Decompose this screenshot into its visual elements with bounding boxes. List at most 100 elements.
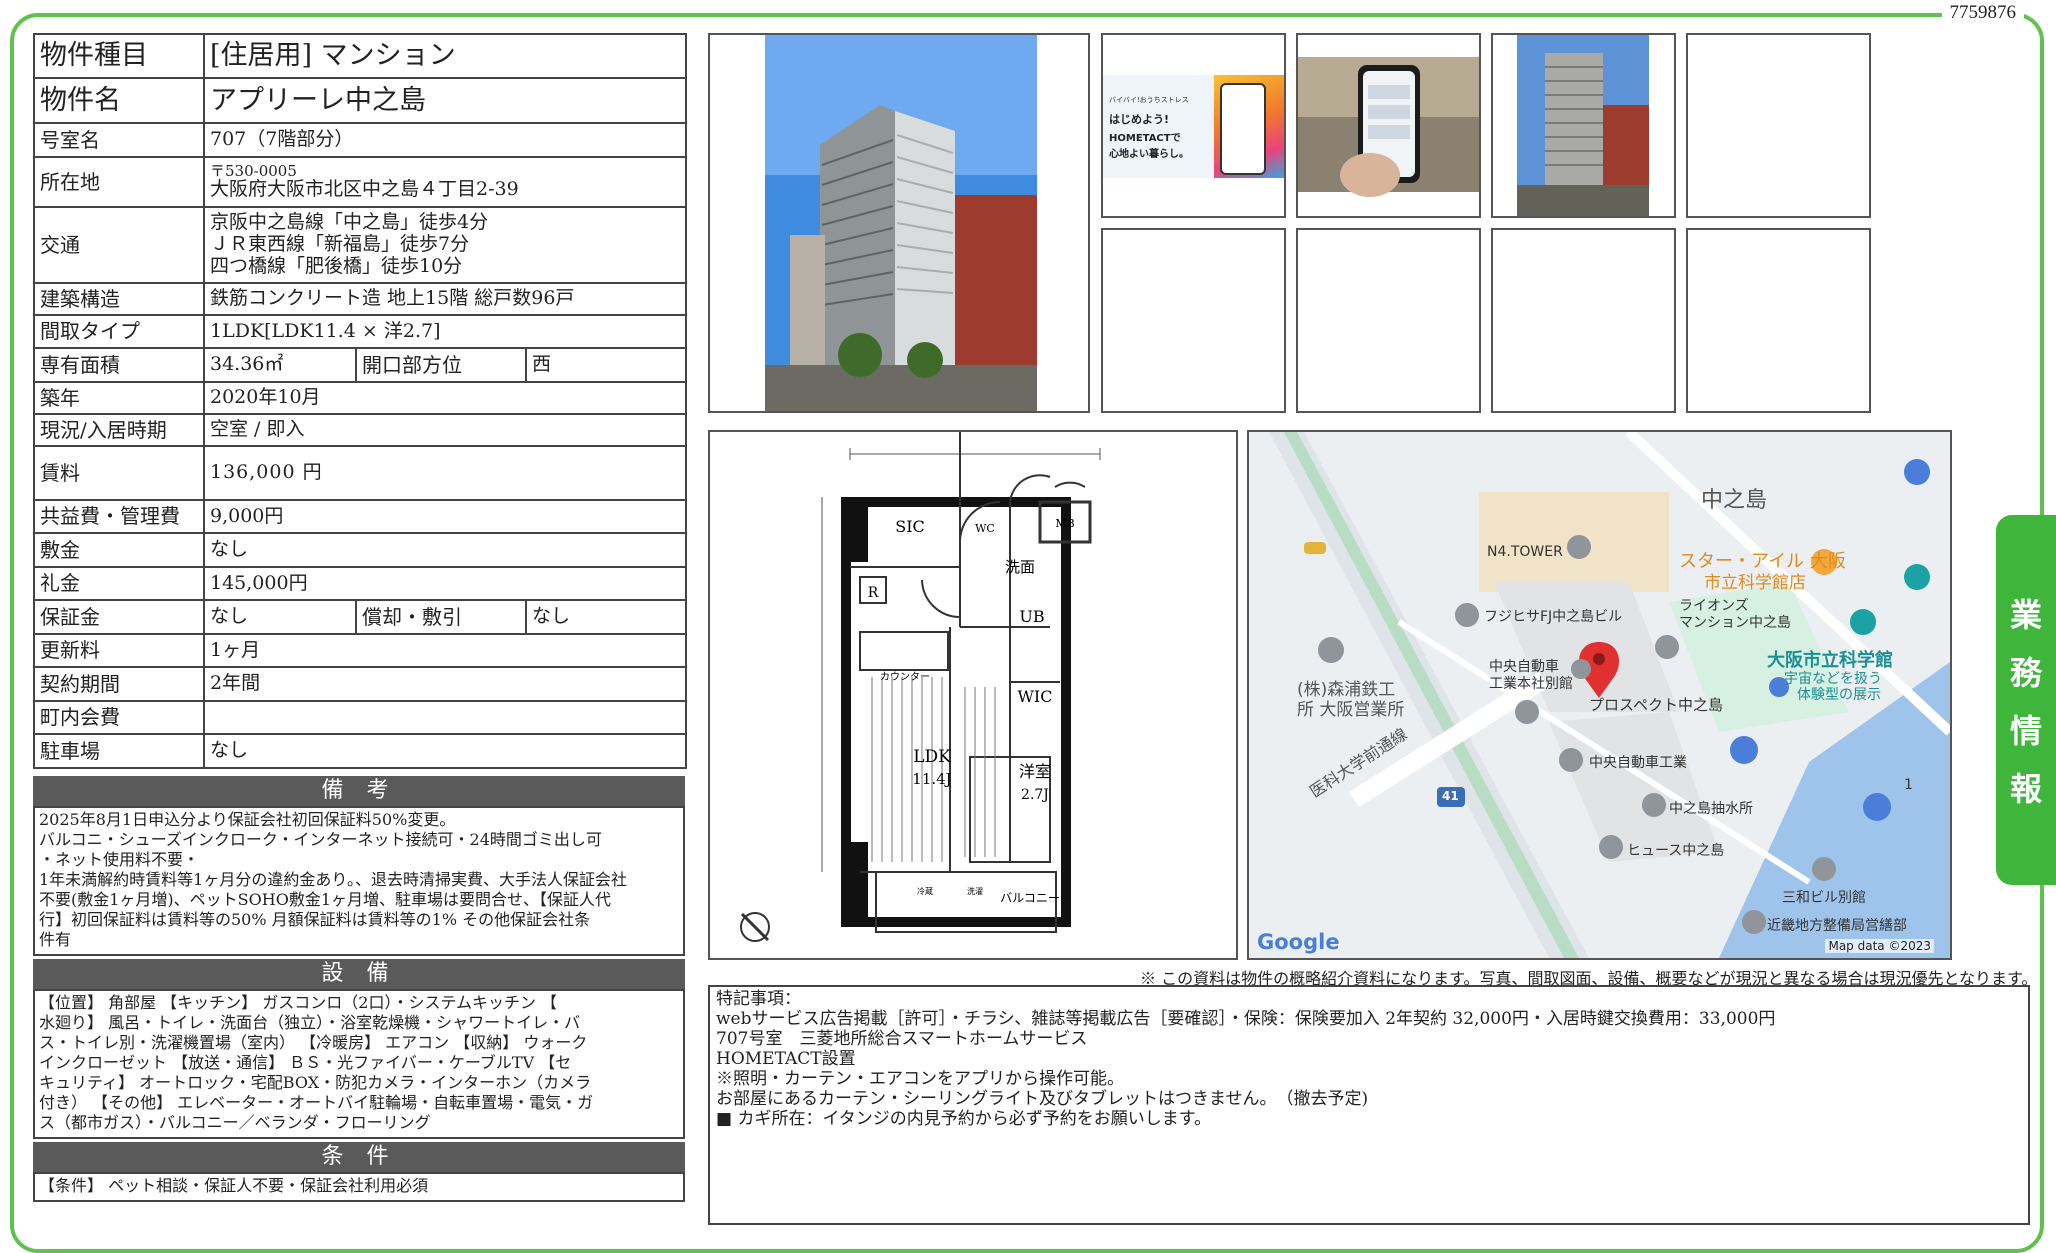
map-label: 体験型の展示: [1797, 687, 1881, 703]
amortization-label: 償却・敷引: [355, 599, 527, 635]
built-label: 築年: [33, 381, 205, 415]
special-notes-box: 特記事項： webサービス広告掲載［許可］・チラシ、雑誌等掲載広告［要確認］・保…: [708, 985, 2030, 1225]
plan-label: UB: [1019, 607, 1044, 626]
equipment-box: 【位置】 角部屋 【キッチン】 ガスコンロ（2口）・システムキッチン 【 水廻り…: [33, 989, 685, 1139]
photo-thumbnail-empty[interactable]: [1296, 228, 1481, 413]
plan-label: SIC: [895, 517, 925, 536]
map-label: プロスペクト中之島: [1589, 696, 1723, 714]
equipment-heading: 設 備: [33, 959, 685, 989]
direction-value: 西: [524, 347, 688, 383]
deposit-value: なし: [202, 532, 688, 568]
photo-thumbnail-3[interactable]: [1491, 33, 1676, 218]
map-label: 工業本社別館: [1489, 676, 1573, 692]
type-value: [住居用] マンション: [202, 33, 688, 79]
special-line: webサービス広告掲載［許可］・チラシ、雑誌等掲載広告［要確認］・保険：保険要加…: [716, 1009, 1776, 1029]
photo-thumbnail-2[interactable]: [1296, 33, 1481, 218]
bus-stop-icon: [1304, 542, 1326, 554]
area-value: 34.36㎡: [203, 347, 357, 383]
type-label: 物件種目: [33, 33, 205, 79]
remarks-line: 不要(敷金1ヶ月増)、ペットSOHO敷金1ヶ月増、駐車場は要問合せ、【保証人代: [39, 890, 611, 909]
plan-label: 冷蔵: [917, 886, 933, 896]
map-label: 1: [1904, 777, 1913, 793]
location-map[interactable]: 中之島 N4.TOWER スター・アイル 大阪 市立科学館店 ライオンズ マンシ…: [1247, 430, 1952, 960]
guarantee-label: 保証金: [33, 599, 205, 635]
google-logo: Google: [1257, 930, 1340, 954]
transit-line: 四つ橋線「肥後橋」徒歩10分: [210, 254, 463, 277]
parking-icon: [1863, 793, 1891, 821]
photo-thumbnail-empty[interactable]: [1686, 228, 1871, 413]
amortization-value: なし: [524, 599, 688, 635]
key-money-value: 145,000円: [202, 566, 688, 601]
parking-label: 駐車場: [33, 733, 205, 769]
layout-label: 間取タイプ: [33, 314, 205, 349]
map-label: 中之島抽水所: [1669, 801, 1753, 817]
structure-value: 鉄筋コンクリート造 地上15階 総戸数96戸: [202, 282, 688, 316]
transit-line: ＪＲ東西線「新福島」徒歩7分: [210, 233, 470, 256]
remarks-heading: 備 考: [33, 776, 685, 806]
transit-line: 京阪中之島線「中之島」徒歩4分: [210, 211, 489, 234]
plan-label: LDK: [913, 747, 951, 767]
area-label: 専有面積: [33, 347, 205, 383]
layout-value: 1LDK[LDK11.4 × 洋2.7]: [202, 314, 688, 349]
conditions-line: 【条件】 ペット相談・保証人不要・保証会社利用必須: [39, 1176, 429, 1195]
museum-icon: [1904, 564, 1930, 590]
plan-label: WC: [975, 522, 995, 535]
town-fee-label: 町内会費: [33, 700, 205, 735]
direction-label: 開口部方位: [355, 347, 527, 383]
map-label: ヒュース中之島: [1627, 843, 1725, 859]
photo-thumbnail-empty[interactable]: [1686, 33, 1871, 218]
shopping-icon: [1904, 459, 1930, 485]
business-info-tab[interactable]: 業 務 情 報: [1996, 515, 2056, 885]
plan-label: MB: [1055, 517, 1074, 530]
compass-icon: [740, 912, 770, 942]
floor-plan[interactable]: SIC WC MB 洗面 UB WIC R カウンター LDK 11.4J 洋室…: [708, 430, 1238, 960]
map-label: 中央自動車工業: [1589, 755, 1687, 771]
transit-cell: 京阪中之島線「中之島」徒歩4分 ＪＲ東西線「新福島」徒歩7分 四つ橋線「肥後橋」徒歩…: [202, 206, 688, 284]
address-label: 所在地: [33, 156, 205, 208]
common-fee-value: 9,000円: [202, 499, 688, 534]
map-label: マンション中之島: [1679, 615, 1791, 631]
status-value: 空室 / 即入: [202, 413, 688, 447]
parking-value: なし: [202, 733, 688, 769]
equipment-line: 【位置】 角部屋 【キッチン】 ガスコンロ（2口）・システムキッチン 【: [39, 993, 558, 1012]
photo-thumbnail-empty[interactable]: [1101, 228, 1286, 413]
deposit-label: 敷金: [33, 532, 205, 568]
conditions-heading: 条 件: [33, 1142, 685, 1172]
plan-label: カウンター: [880, 671, 930, 683]
building-exterior-photo: [1517, 35, 1649, 216]
room-label: 号室名: [33, 122, 205, 158]
common-fee-label: 共益費・管理費: [33, 499, 205, 534]
smartphone-photo: [1298, 57, 1479, 197]
address-cell: 〒530-0005 大阪府大阪市北区中之島４丁目2-39: [202, 156, 688, 208]
plan-label: R: [868, 585, 879, 601]
map-label: 三和ビル別館: [1782, 890, 1866, 906]
built-value: 2020年10月: [202, 381, 688, 415]
equipment-line: 水廻り】 風呂・トイレ・洗面台（独立）・浴室乾燥機・シャワートイレ・バ: [39, 1013, 581, 1032]
plan-label: 11.4J: [912, 770, 951, 788]
parking-icon: [1730, 736, 1758, 764]
equipment-line: ス（都市ガス）・バルコニー／ベランダ・フローリング: [39, 1113, 431, 1132]
contract-value: 2年間: [202, 666, 688, 702]
building-photo-main[interactable]: [708, 33, 1090, 413]
photo-thumbnail-1[interactable]: バイバイ!おうちストレス はじめよう! HOMETACTで 心地よい暮らし。: [1101, 33, 1286, 218]
room-value: 707（7階部分）: [202, 122, 688, 158]
address-value: 大阪府大阪市北区中之島４丁目2-39: [210, 178, 519, 201]
map-attribution: Map data ©2023: [1825, 939, 1934, 953]
town-fee-value: [202, 700, 688, 735]
plan-label: 洗濯: [967, 886, 983, 896]
plan-label: 2.7J: [1021, 787, 1049, 803]
contract-label: 契約期間: [33, 666, 205, 702]
photo-thumbnail-empty[interactable]: [1491, 228, 1676, 413]
remarks-line: 件有: [39, 930, 72, 949]
remarks-box: 2025年8月1日申込分より保証会社初回保証料50%変更。 バルコニ・シューズイ…: [33, 806, 685, 956]
renewal-label: 更新料: [33, 633, 205, 668]
document-id: 7759876: [1941, 2, 2024, 24]
special-line: 特記事項：: [716, 989, 801, 1009]
equipment-line: インクローゼット 【放送・通信】 ＢＳ・光ファイバー・ケーブルTV 【セ: [39, 1053, 572, 1072]
building-photo-image: [765, 35, 1037, 411]
structure-label: 建築構造: [33, 282, 205, 316]
remarks-line: バルコニ・シューズインクローク・インターネット接続可・24時間ゴミ出し可: [39, 830, 602, 849]
plan-label: バルコニー: [1000, 891, 1060, 905]
map-area-name: 中之島: [1701, 488, 1768, 513]
map-label: 近畿地方整備局営繕部: [1767, 918, 1907, 934]
